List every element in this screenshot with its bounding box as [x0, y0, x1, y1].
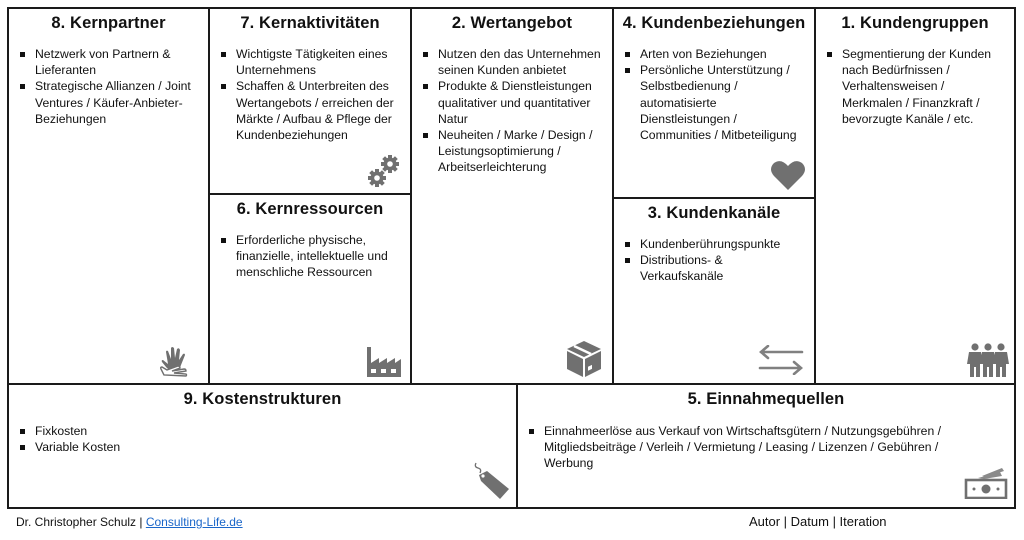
- list-item: Schaffen & Unterbreiten des Wertangebots…: [220, 78, 402, 143]
- list-item: Einnahmeerlöse aus Verkauf von Wirtschaf…: [528, 423, 974, 472]
- price-tag-icon: [472, 461, 512, 501]
- block-title: 6. Kernressourcen: [236, 200, 384, 218]
- block-kundenkanaele: 3. Kundenkanäle Kundenberührungspunkte D…: [614, 199, 816, 385]
- list-item: Strategische Allianzen / Joint Ventures …: [19, 78, 200, 127]
- block-items: Kundenberührungspunkte Distributions- & …: [614, 236, 814, 285]
- sign-language-hands-icon: [158, 343, 194, 377]
- consulting-life-link[interactable]: Consulting-Life.de: [146, 515, 243, 529]
- block-items: Nutzen den das Unternehmen seinen Kunden…: [412, 46, 612, 176]
- block-kostenstrukturen: 9. Kostenstrukturen Fixkosten Variable K…: [9, 385, 518, 507]
- list-item: Netzwerk von Partnern & Lieferanten: [19, 46, 200, 78]
- factory-icon: [366, 345, 402, 377]
- heart-icon: [770, 159, 806, 191]
- block-items: Netzwerk von Partnern & Lieferanten Stra…: [9, 46, 208, 127]
- block-items: Wichtigste Tätigkeiten eines Unternehmen…: [210, 46, 410, 143]
- list-item: Neuheiten / Marke / Design / Leistungsop…: [422, 127, 604, 176]
- block-items: Arten von Beziehungen Persönliche Unters…: [614, 46, 814, 143]
- block-kernressourcen: 6. Kernressourcen Erforderliche physisch…: [210, 195, 412, 385]
- list-item: Persönliche Unterstützung / Selbstbedien…: [624, 62, 806, 143]
- block-items: Segmentierung der Kunden nach Bedürfniss…: [816, 46, 1014, 127]
- block-title: 4. Kundenbeziehungen: [622, 14, 806, 32]
- list-item: Produkte & Dienstleistungen qualitativer…: [422, 78, 604, 127]
- block-title: 9. Kostenstrukturen: [183, 390, 342, 408]
- block-title: 7. Kernaktivitäten: [240, 14, 380, 32]
- block-kernpartner: 8. Kernpartner Netzwerk von Partnern & L…: [9, 9, 210, 385]
- block-items: Einnahmeerlöse aus Verkauf von Wirtschaf…: [518, 423, 1014, 472]
- block-title: 2. Wertangebot: [451, 14, 573, 32]
- block-title: 8. Kernpartner: [51, 14, 166, 32]
- business-model-canvas: 8. Kernpartner Netzwerk von Partnern & L…: [7, 7, 1016, 509]
- list-item: Segmentierung der Kunden nach Bedürfniss…: [826, 46, 1006, 127]
- block-title: 3. Kundenkanäle: [647, 204, 781, 222]
- people-group-icon: [966, 343, 1010, 377]
- list-item: Erforderliche physische, finanzielle, in…: [220, 232, 402, 281]
- list-item: Variable Kosten: [19, 439, 508, 455]
- gears-icon: [366, 153, 402, 189]
- list-item: Fixkosten: [19, 423, 508, 439]
- list-item: Arten von Beziehungen: [624, 46, 806, 62]
- block-wertangebot: 2. Wertangebot Nutzen den das Unternehme…: [412, 9, 614, 385]
- author-name: Dr. Christopher Schulz |: [16, 515, 146, 529]
- money-bills-icon: [964, 465, 1008, 499]
- block-items: Erforderliche physische, finanzielle, in…: [210, 232, 410, 281]
- footer-author: Dr. Christopher Schulz | Consulting-Life…: [16, 515, 243, 529]
- block-title: 5. Einnahmequellen: [687, 390, 845, 408]
- block-kundengruppen: 1. Kundengruppen Segmentierung der Kunde…: [816, 9, 1014, 385]
- list-item: Distributions- & Verkaufskanäle: [624, 252, 806, 284]
- block-einnahmequellen: 5. Einnahmequellen Einnahmeerlöse aus Ve…: [518, 385, 1014, 507]
- block-title: 1. Kundengruppen: [841, 14, 989, 32]
- block-kundenbeziehungen: 4. Kundenbeziehungen Arten von Beziehung…: [614, 9, 816, 199]
- list-item: Wichtigste Tätigkeiten eines Unternehmen…: [220, 46, 402, 78]
- exchange-arrows-icon: [758, 345, 804, 375]
- block-kernaktivitaeten: 7. Kernaktivitäten Wichtigste Tätigkeite…: [210, 9, 412, 195]
- block-items: Fixkosten Variable Kosten: [9, 423, 516, 455]
- package-box-icon: [566, 340, 602, 378]
- footer-meta: Autor | Datum | Iteration: [749, 514, 887, 529]
- list-item: Nutzen den das Unternehmen seinen Kunden…: [422, 46, 604, 78]
- list-item: Kundenberührungspunkte: [624, 236, 806, 252]
